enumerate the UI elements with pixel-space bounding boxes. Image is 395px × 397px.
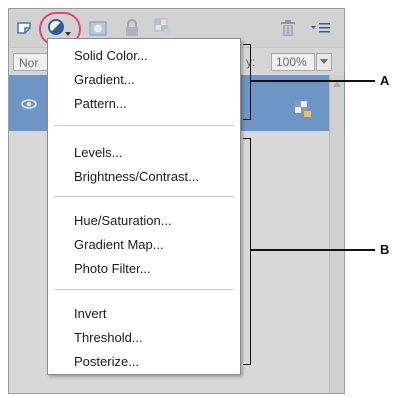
chevron-down-icon (320, 59, 328, 64)
menu-item-brightness-contrast[interactable]: Brightness/Contrast... (74, 169, 199, 184)
callout-a-bracket (243, 44, 251, 120)
menu-item-gradient-map[interactable]: Gradient Map... (74, 237, 164, 252)
opacity-input[interactable]: 100% (271, 53, 315, 71)
layer-lock-transparency-icon (293, 99, 313, 119)
scroll-up-arrow-icon[interactable] (333, 81, 341, 87)
lock-icon[interactable] (121, 17, 143, 39)
menu-separator (54, 289, 234, 290)
layer-mask-icon[interactable] (87, 18, 109, 38)
layers-scrollbar[interactable] (329, 75, 344, 393)
opacity-dropdown-button[interactable] (316, 53, 332, 71)
menu-item-posterize[interactable]: Posterize... (74, 354, 139, 369)
callout-b-line (251, 249, 375, 251)
new-layer-icon[interactable] (15, 18, 35, 38)
menu-item-threshold[interactable]: Threshold... (74, 330, 143, 345)
callout-a-line (251, 80, 375, 82)
menu-item-gradient[interactable]: Gradient... (74, 72, 135, 87)
adjustment-layer-menu: Solid Color... Gradient... Pattern... Le… (47, 38, 241, 375)
menu-item-hue-saturation[interactable]: Hue/Saturation... (74, 213, 172, 228)
lock-transparency-icon[interactable] (151, 16, 175, 38)
trash-icon[interactable] (277, 17, 299, 39)
callout-a-label: A (380, 73, 390, 88)
panel-menu-icon[interactable] (309, 19, 333, 37)
menu-separator (54, 125, 234, 126)
callout-b-label: B (380, 242, 390, 257)
visibility-eye-icon[interactable] (21, 97, 37, 109)
menu-item-photo-filter[interactable]: Photo Filter... (74, 261, 151, 276)
menu-separator (54, 196, 234, 197)
menu-item-invert[interactable]: Invert (74, 306, 107, 321)
menu-item-levels[interactable]: Levels... (74, 145, 122, 160)
menu-item-pattern[interactable]: Pattern... (74, 96, 127, 111)
callout-b-bracket (243, 138, 251, 365)
adjustment-layer-icon[interactable] (45, 17, 75, 39)
menu-item-solid-color[interactable]: Solid Color... (74, 48, 148, 63)
